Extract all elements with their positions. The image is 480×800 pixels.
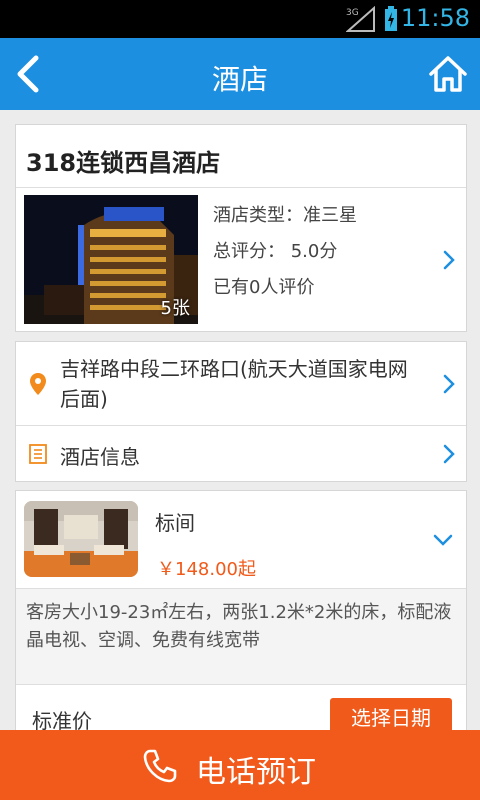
hotel-info-row[interactable]: 酒店信息 — [16, 426, 466, 482]
room-price: ￥148.00起 — [157, 559, 256, 580]
battery-icon — [385, 6, 397, 31]
photo-count: 5张 — [160, 298, 190, 319]
hotel-photo[interactable]: 5张 — [24, 195, 198, 324]
hotel-name: 318连锁西昌酒店 — [26, 149, 221, 177]
network-type-label: 3G — [346, 8, 359, 18]
document-icon — [29, 444, 47, 464]
chevron-down-icon[interactable] — [432, 533, 454, 547]
hotel-info-label: 酒店信息 — [60, 445, 140, 469]
room-image — [24, 501, 138, 577]
chevron-right-icon — [443, 444, 455, 464]
hotel-score: 总评分： 5.0分 — [213, 241, 338, 262]
hotel-summary-card: 318连锁西昌酒店 5张 酒店类型：准三星 总评分： 5.0分 已有0人评价 — [15, 124, 467, 332]
hotel-address: 吉祥路中段二环路口(航天大道国家电网后面) — [60, 357, 408, 411]
page-title: 酒店 — [211, 63, 268, 96]
room-photo[interactable] — [24, 501, 138, 577]
room-type-name: 标间 — [155, 511, 195, 535]
room-card: 标间 ￥148.00起 客房大小19-23㎡左右，两张1.2米*2米的床，标配液… — [15, 490, 467, 740]
address-row[interactable]: 吉祥路中段二环路口(航天大道国家电网后面) — [16, 342, 466, 426]
divider — [16, 684, 466, 685]
chevron-right-icon[interactable] — [442, 249, 456, 271]
phone-icon — [143, 749, 177, 783]
hotel-type: 酒店类型：准三星 — [213, 205, 357, 226]
home-icon[interactable] — [428, 54, 468, 94]
signal-icon: 3G — [346, 6, 375, 32]
nav-bar: 酒店 — [0, 38, 480, 110]
clock: 11:58 — [400, 4, 470, 32]
chevron-right-icon — [443, 374, 455, 394]
room-description: 客房大小19-23㎡左右，两张1.2米*2米的床，标配液晶电视、空调、免费有线宽… — [26, 602, 452, 651]
address-card: 吉祥路中段二环路口(航天大道国家电网后面) 酒店信息 — [15, 341, 467, 482]
divider — [16, 187, 466, 188]
location-pin-icon — [30, 373, 46, 395]
status-bar: 3G 11:58 — [0, 0, 480, 38]
hotel-review-count: 已有0人评价 — [213, 277, 315, 298]
phone-booking-label: 电话预订 — [196, 755, 316, 790]
phone-booking-button[interactable]: 电话预订 — [0, 730, 480, 800]
